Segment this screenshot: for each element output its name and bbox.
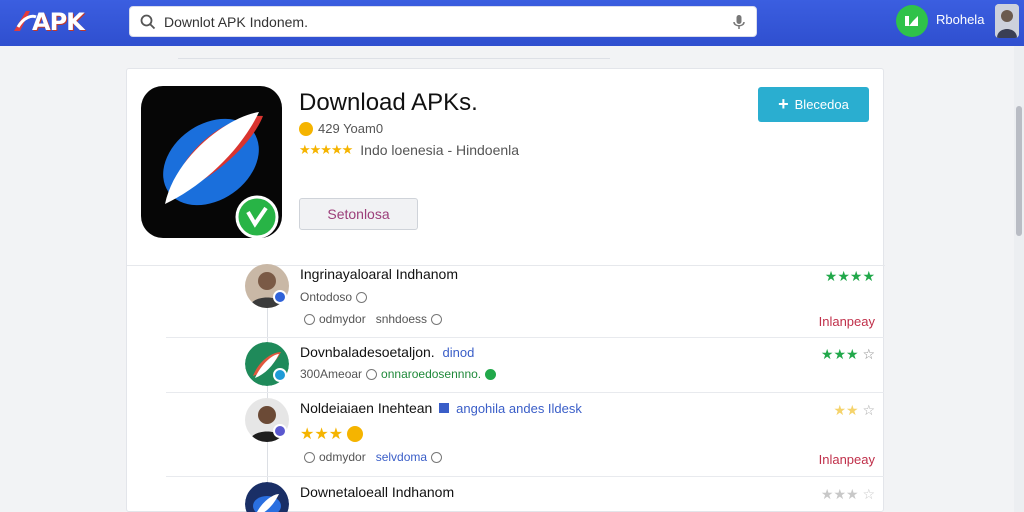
person-icon bbox=[995, 4, 1019, 38]
plus-icon: + bbox=[778, 94, 789, 114]
row-divider bbox=[166, 392, 884, 393]
user-avatar[interactable] bbox=[995, 4, 1019, 38]
user-name[interactable]: Rbohela bbox=[936, 12, 984, 27]
page-scrollbar[interactable] bbox=[1014, 46, 1024, 512]
top-bar: APK Rbohela bbox=[0, 0, 1024, 46]
info-icon bbox=[431, 451, 443, 463]
app-logo-icon bbox=[163, 112, 279, 239]
list-item[interactable]: Downetaloeall Indhanom ★★★ ☆ bbox=[245, 482, 875, 512]
rating-stars: ★★★ ☆ bbox=[820, 346, 875, 362]
list-item-title[interactable]: Ingrinayaloaral Indhanom bbox=[300, 266, 458, 282]
app-title: Download APKs. bbox=[299, 89, 478, 116]
download-count: 429 Yoam0 bbox=[299, 121, 383, 136]
rating-stars: ★★ ☆ bbox=[833, 402, 875, 418]
search-icon bbox=[140, 14, 156, 29]
logo-text: APK bbox=[32, 8, 85, 36]
list-item-meta: 300Ameoar onnaroedosennno. bbox=[300, 367, 500, 381]
app-icon bbox=[141, 86, 282, 239]
pin-icon bbox=[304, 451, 315, 463]
row-divider bbox=[166, 476, 884, 477]
install-button-label: Blecedoa bbox=[794, 97, 849, 112]
list-item-meta: Ontodoso bbox=[300, 290, 371, 304]
list-item-title[interactable]: Noldeiaiaen Inehtean angohila andes Ilde… bbox=[300, 400, 582, 416]
verified-icon bbox=[273, 368, 287, 382]
list-item[interactable]: Ingrinayaloaral Indhanom Ontodoso odmydo… bbox=[245, 264, 875, 334]
coin-icon bbox=[299, 121, 313, 136]
user-badge-icon bbox=[905, 16, 918, 26]
info-icon bbox=[366, 368, 378, 380]
download-count-text: 429 Yoam0 bbox=[318, 121, 384, 136]
info-icon bbox=[356, 291, 368, 303]
list-item[interactable]: Dovnbaladesoetaljon. dinod 300Ameoar onn… bbox=[245, 342, 875, 388]
list-item[interactable]: Noldeiaiaen Inehtean angohila andes Ilde… bbox=[245, 398, 875, 470]
verified-icon bbox=[273, 424, 287, 438]
app-rating-region: ★★★★★ Indo loenesia - Hindoenla bbox=[299, 142, 519, 158]
pin-icon bbox=[304, 313, 315, 325]
avatar bbox=[245, 482, 289, 512]
rating-stars: ★★★ ☆ bbox=[820, 486, 875, 502]
verified-icon bbox=[273, 290, 287, 304]
app-region[interactable]: Indo loenesia - Hindoenla bbox=[360, 142, 519, 158]
microphone-icon[interactable] bbox=[730, 13, 748, 31]
install-button[interactable]: + Blecedoa bbox=[758, 87, 869, 122]
list-item-meta: odmydor selvdoma bbox=[300, 450, 446, 464]
rating-stars: ★★★★ bbox=[824, 268, 875, 284]
rating-stars: ★★★★★ bbox=[299, 142, 353, 157]
logo-swoosh-icon bbox=[14, 11, 37, 31]
site-logo[interactable]: APK bbox=[12, 6, 85, 38]
list-item-title[interactable]: Dovnbaladesoetaljon. dinod bbox=[300, 344, 474, 360]
scrollbar-thumb[interactable] bbox=[1016, 106, 1022, 236]
status-label[interactable]: Inlanpeay bbox=[819, 452, 875, 467]
divider bbox=[178, 58, 610, 59]
emoji-icon bbox=[347, 426, 364, 442]
user-status-icon[interactable] bbox=[896, 5, 928, 37]
search-input[interactable] bbox=[164, 7, 730, 36]
row-divider bbox=[166, 337, 884, 338]
secondary-button[interactable]: Setonlosa bbox=[299, 198, 418, 230]
check-icon bbox=[485, 368, 497, 380]
list-item-title[interactable]: Downetaloeall Indhanom bbox=[300, 484, 454, 500]
list-item-meta: odmydor snhdoess bbox=[300, 312, 446, 326]
status-label[interactable]: Inlanpeay bbox=[819, 314, 875, 329]
info-icon bbox=[431, 313, 443, 325]
list-item-stars: ★★★ bbox=[300, 424, 364, 444]
flag-icon bbox=[439, 403, 450, 413]
search-bar[interactable] bbox=[129, 6, 757, 37]
